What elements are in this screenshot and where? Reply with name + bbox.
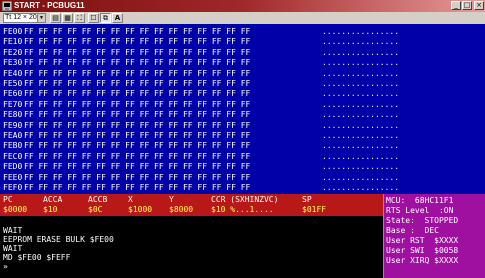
title-bar[interactable]: START - PCBUG11 _ □ × xyxy=(0,0,485,12)
memory-bytes: FF FF FF FF FF FF FF FF FF FF FF FF FF F… xyxy=(24,69,251,78)
memory-address: FEE0 xyxy=(3,173,23,182)
memory-bytes: FF FF FF FF FF FF FF FF FF FF FF FF FF F… xyxy=(24,27,251,36)
register-header-accb: ACCB xyxy=(88,195,108,204)
console-line: MD $FE00 $FEFF xyxy=(3,253,71,262)
mark-icon[interactable]: ▤ xyxy=(50,13,61,23)
memory-address: FE50 xyxy=(3,79,23,88)
memory-bytes: FF FF FF FF FF FF FF FF FF FF FF FF FF F… xyxy=(24,79,251,88)
memory-ascii: ................ xyxy=(322,100,400,109)
console-window: START - PCBUG11 _ □ × Tt 12 × 20 ▼ ▤ ▦ ⛶… xyxy=(0,0,485,278)
user-xirq-label: User XIRQ $XXXX xyxy=(386,256,459,265)
memory-address: FE80 xyxy=(3,110,23,119)
memory-ascii: ................ xyxy=(322,152,400,161)
app-icon[interactable] xyxy=(2,1,12,11)
memory-ascii: ................ xyxy=(322,131,400,140)
rts-level-label: RTS Level :ON xyxy=(386,206,454,215)
memory-ascii: ................ xyxy=(322,37,400,46)
memory-address: FEA0 xyxy=(3,131,23,140)
background-icon[interactable]: ⧉ xyxy=(100,13,111,23)
memory-bytes: FF FF FF FF FF FF FF FF FF FF FF FF FF F… xyxy=(24,110,251,119)
font-icon[interactable]: A xyxy=(112,13,123,23)
register-header-sp: SP xyxy=(302,195,312,204)
close-button[interactable]: × xyxy=(474,1,484,10)
memory-ascii: ................ xyxy=(322,183,400,192)
register-value-accb: $0C xyxy=(88,205,103,214)
window-title: START - PCBUG11 xyxy=(14,1,85,10)
memory-ascii: ................ xyxy=(322,110,400,119)
memory-address: FE70 xyxy=(3,100,23,109)
console-line: EEPROM ERASE BULK $FE00 xyxy=(3,235,114,244)
memory-address: FE20 xyxy=(3,48,23,57)
register-value-x: $1000 xyxy=(128,205,153,214)
font-size-prefix: Tt xyxy=(5,14,12,21)
memory-bytes: FF FF FF FF FF FF FF FF FF FF FF FF FF F… xyxy=(24,89,251,98)
memory-bytes: FF FF FF FF FF FF FF FF FF FF FF FF FF F… xyxy=(24,183,251,192)
font-size-value: 12 × 20 xyxy=(13,14,37,21)
memory-address: FEB0 xyxy=(3,141,23,150)
memory-address: FEC0 xyxy=(3,152,23,161)
register-header-y: Y xyxy=(169,195,174,204)
memory-address: FEF0 xyxy=(3,183,23,192)
memory-bytes: FF FF FF FF FF FF FF FF FF FF FF FF FF F… xyxy=(24,121,251,130)
memory-bytes: FF FF FF FF FF FF FF FF FF FF FF FF FF F… xyxy=(24,37,251,46)
register-value-sp: $01FF xyxy=(302,205,327,214)
user-swi-label: User SWI $0058 xyxy=(386,246,459,255)
register-header-pc: PC xyxy=(3,195,13,204)
memory-address: FE30 xyxy=(3,58,23,67)
copy-icon[interactable]: ▦ xyxy=(62,13,73,23)
memory-ascii: ................ xyxy=(322,89,400,98)
memory-ascii: ................ xyxy=(322,48,400,57)
minimize-button[interactable]: _ xyxy=(451,1,461,10)
register-value-ccr: $10 %...1.... xyxy=(211,205,274,214)
register-header-x: X xyxy=(128,195,133,204)
memory-bytes: FF FF FF FF FF FF FF FF FF FF FF FF FF F… xyxy=(24,162,251,171)
chevron-down-icon[interactable]: ▼ xyxy=(37,14,45,22)
memory-dump-panel: FE00 FF FF FF FF FF FF FF FF FF FF FF FF … xyxy=(0,24,485,194)
memory-address: FE90 xyxy=(3,121,23,130)
memory-ascii: ................ xyxy=(322,69,400,78)
memory-ascii: ................ xyxy=(322,162,400,171)
state-label: State: STOPPED xyxy=(386,216,459,225)
base-label: Base : DEC xyxy=(386,226,439,235)
maximize-button[interactable]: □ xyxy=(462,1,472,10)
register-panel: PC ACCA ACCB X Y CCR (SXHINZVC) SP $0000… xyxy=(0,194,383,216)
memory-ascii: ................ xyxy=(322,79,400,88)
memory-ascii: ................ xyxy=(322,121,400,130)
user-rst-label: User RST $XXXX xyxy=(386,236,459,245)
register-header-acca: ACCA xyxy=(43,195,63,204)
memory-address: FE10 xyxy=(3,37,23,46)
memory-ascii: ................ xyxy=(322,141,400,150)
register-value-acca: $10 xyxy=(43,205,58,214)
register-header-ccr: CCR (SXHINZVC) xyxy=(211,195,279,204)
memory-bytes: FF FF FF FF FF FF FF FF FF FF FF FF FF F… xyxy=(24,131,251,140)
register-value-y: $8000 xyxy=(169,205,194,214)
memory-ascii: ................ xyxy=(322,27,400,36)
memory-address: FE40 xyxy=(3,69,23,78)
memory-bytes: FF FF FF FF FF FF FF FF FF FF FF FF FF F… xyxy=(24,152,251,161)
command-console[interactable]: WAIT EEPROM ERASE BULK $FE00 WAIT MD $FE… xyxy=(0,216,383,278)
console-line: WAIT xyxy=(3,226,23,235)
properties-icon[interactable]: ☐ xyxy=(88,13,99,23)
command-prompt[interactable]: » xyxy=(3,262,8,271)
memory-address: FE60 xyxy=(3,89,23,98)
memory-bytes: FF FF FF FF FF FF FF FF FF FF FF FF FF F… xyxy=(24,100,251,109)
memory-bytes: FF FF FF FF FF FF FF FF FF FF FF FF FF F… xyxy=(24,173,251,182)
memory-address: FE00 xyxy=(3,27,23,36)
memory-bytes: FF FF FF FF FF FF FF FF FF FF FF FF FF F… xyxy=(24,141,251,150)
memory-address: FED0 xyxy=(3,162,23,171)
memory-bytes: FF FF FF FF FF FF FF FF FF FF FF FF FF F… xyxy=(24,48,251,57)
panel-divider xyxy=(383,194,384,278)
register-value-pc: $0000 xyxy=(3,205,28,214)
memory-ascii: ................ xyxy=(322,58,400,67)
memory-ascii: ................ xyxy=(322,173,400,182)
memory-bytes: FF FF FF FF FF FF FF FF FF FF FF FF FF F… xyxy=(24,58,251,67)
mcu-label: MCU: 68HC11F1 xyxy=(386,196,454,205)
console-line: WAIT xyxy=(3,244,23,253)
status-info-panel: MCU: 68HC11F1 RTS Level :ON State: STOPP… xyxy=(383,194,485,278)
font-size-select[interactable]: Tt 12 × 20 ▼ xyxy=(3,13,46,23)
fullscreen-icon[interactable]: ⛶ xyxy=(74,13,85,23)
